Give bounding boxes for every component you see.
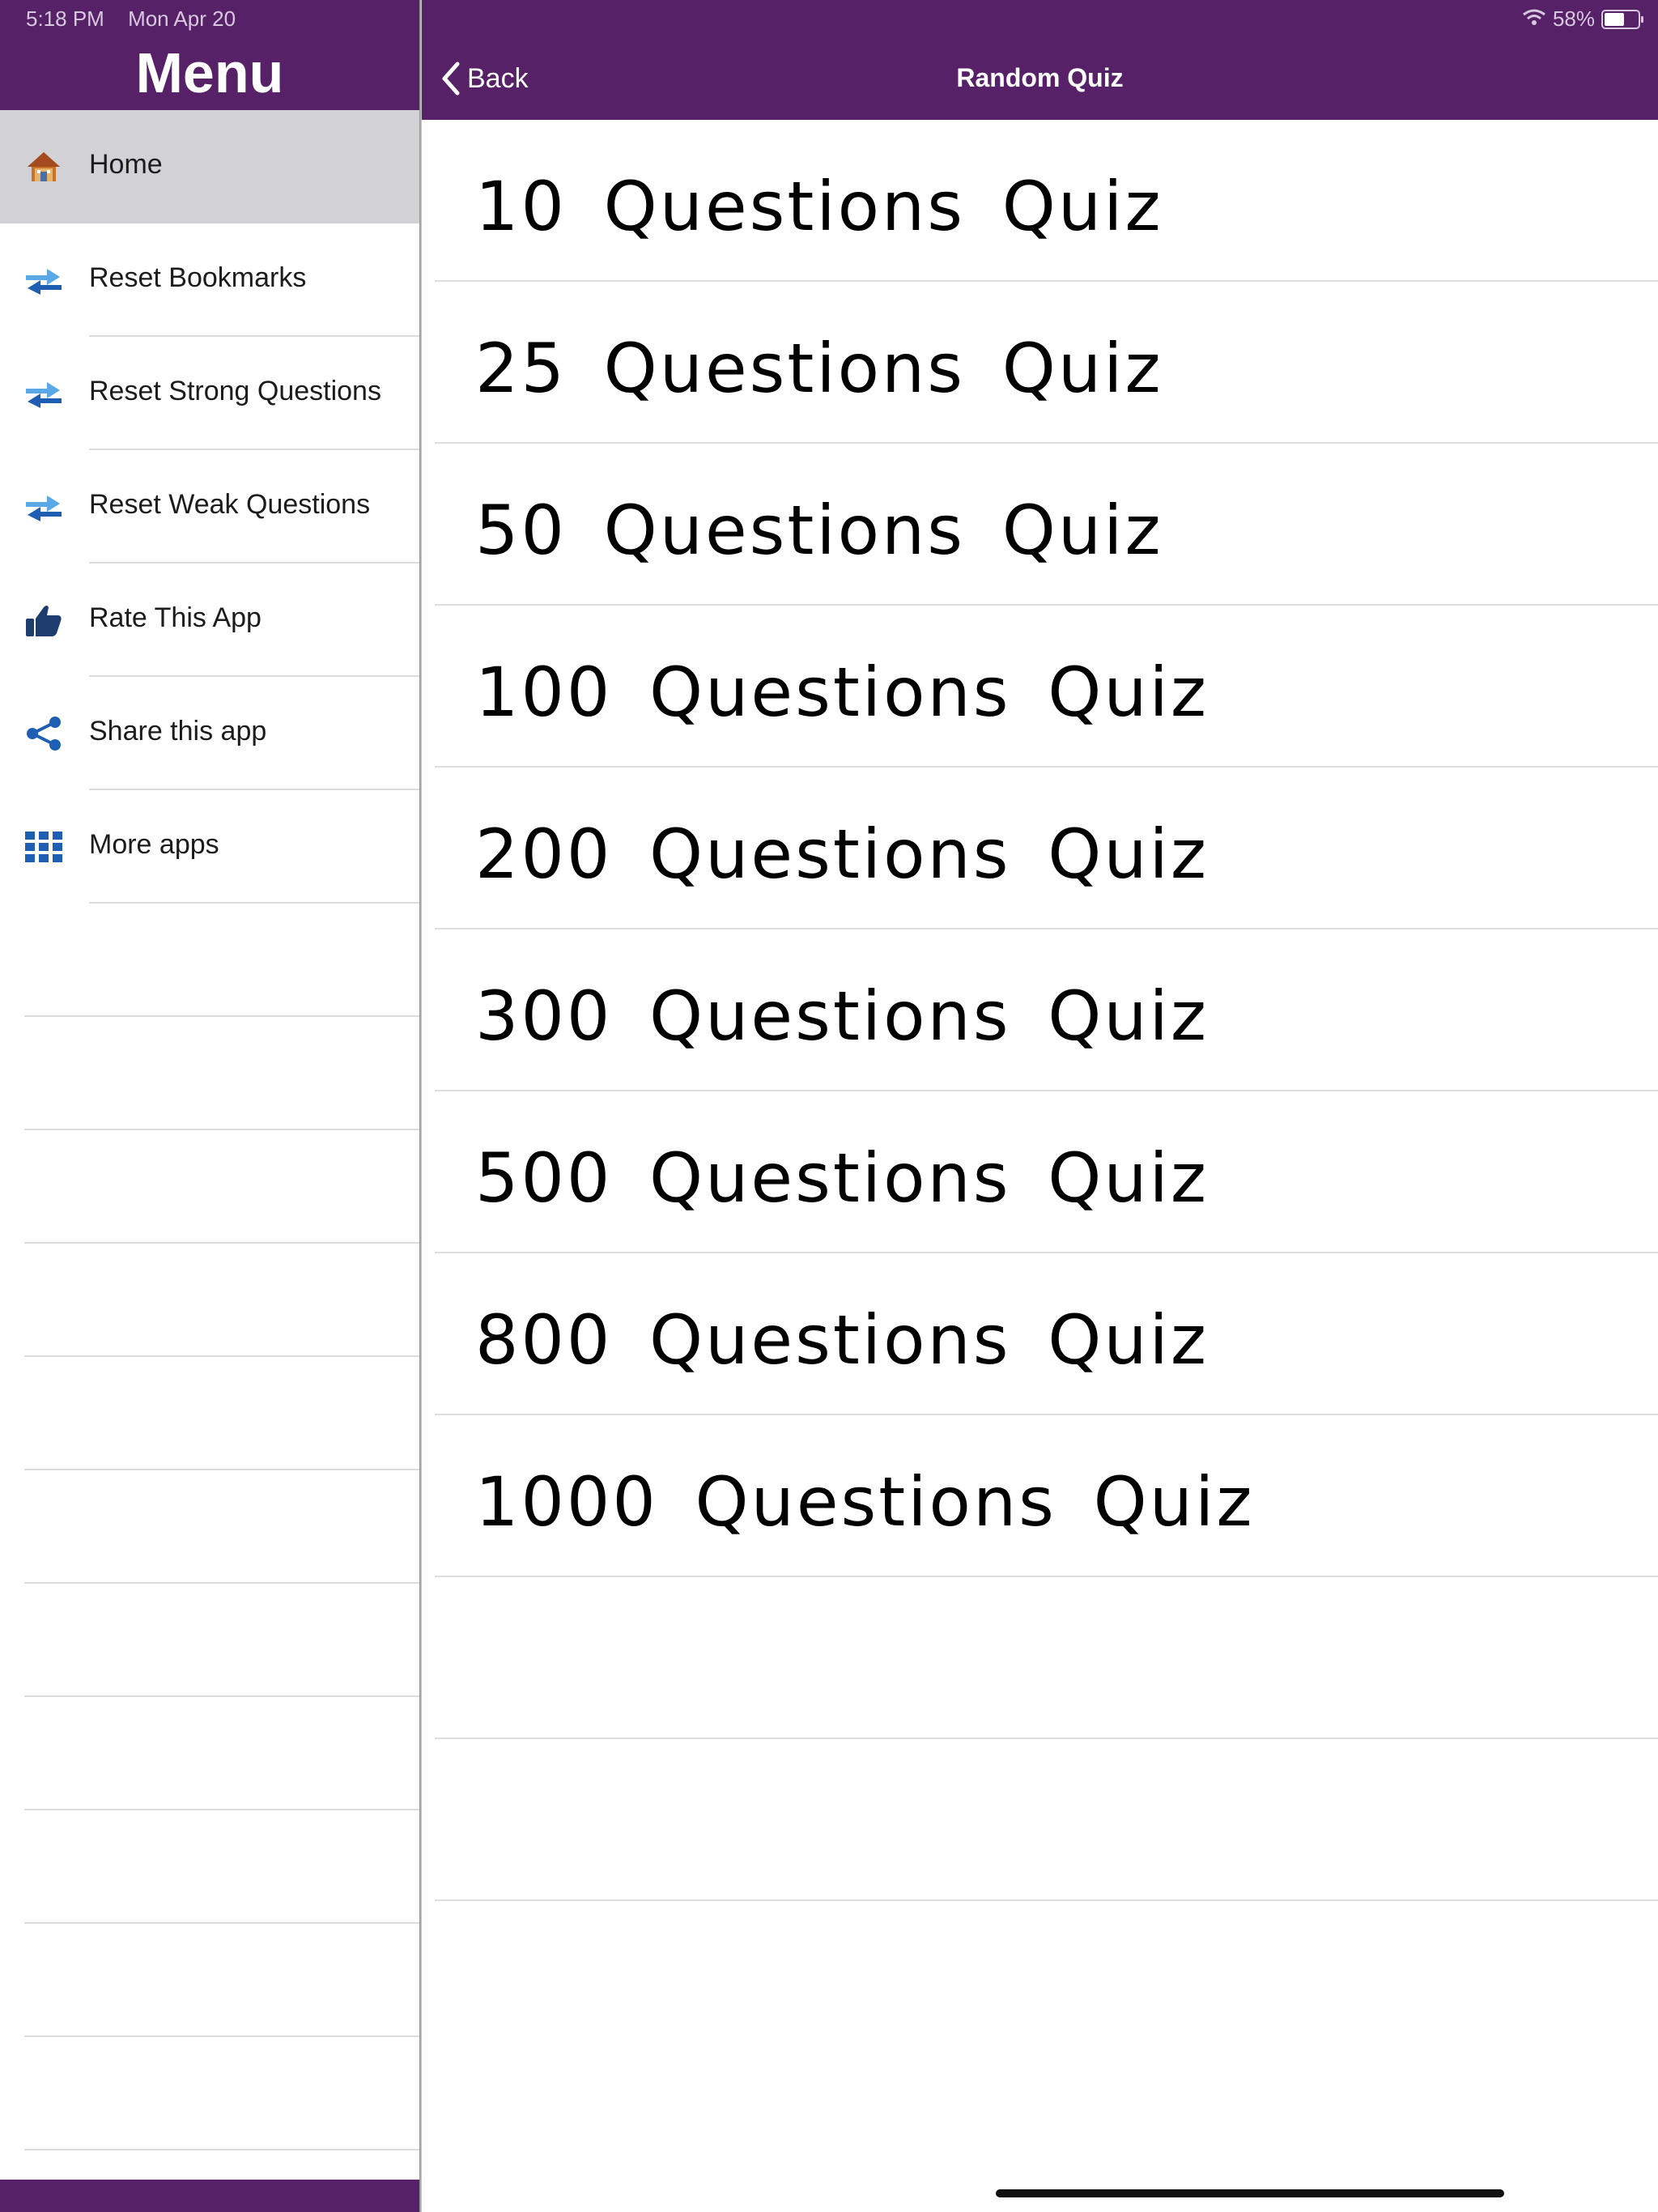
- sidebar-item-label: Reset Weak Questions: [89, 489, 371, 520]
- quiz-option-100[interactable]: 100 Questions Quiz: [422, 606, 1658, 768]
- sidebar-item-label: More apps: [89, 829, 219, 860]
- status-date: Mon Apr 20: [128, 6, 236, 31]
- sidebar-menu: 5:18 PM Mon Apr 20 Menu Home Reset Bookm…: [0, 0, 419, 2212]
- sidebar-item-more-apps[interactable]: More apps: [0, 790, 419, 904]
- empty-row: [0, 904, 419, 1017]
- sidebar-item-share-this-app[interactable]: Share this app: [0, 677, 419, 790]
- quiz-option-50[interactable]: 50 Questions Quiz: [422, 444, 1658, 606]
- status-time-date: 5:18 PM Mon Apr 20: [26, 6, 253, 32]
- quiz-option-label: 50 Questions Quiz: [475, 491, 1163, 570]
- reset-arrows-icon: [21, 487, 66, 526]
- quiz-option-label: 1000 Questions Quiz: [475, 1462, 1255, 1542]
- quiz-option-label: 800 Questions Quiz: [475, 1300, 1209, 1380]
- wifi-icon: [1522, 6, 1546, 32]
- quiz-option-25[interactable]: 25 Questions Quiz: [422, 282, 1658, 444]
- house-icon: [21, 147, 66, 186]
- battery-percent: 58%: [1552, 6, 1595, 31]
- sidebar-item-label: Rate This App: [89, 602, 261, 633]
- menu-list: Home Reset Bookmarks Reset Strong Questi…: [0, 110, 419, 904]
- sidebar-footer-bar: [0, 2180, 419, 2212]
- main-panel: 58% Back Random Quiz 10 Questions Quiz 2…: [422, 0, 1658, 2212]
- thumbs-up-icon: [21, 601, 66, 640]
- quiz-option-10[interactable]: 10 Questions Quiz: [422, 120, 1658, 282]
- reset-arrows-icon: [21, 374, 66, 413]
- battery-icon: [1601, 9, 1643, 29]
- page-title: Random Quiz: [956, 63, 1124, 92]
- quiz-option-300[interactable]: 300 Questions Quiz: [422, 929, 1658, 1091]
- status-time: 5:18 PM: [26, 6, 104, 31]
- sidebar-item-reset-weak-questions[interactable]: Reset Weak Questions: [0, 450, 419, 564]
- sidebar-item-home[interactable]: Home: [0, 110, 419, 223]
- share-icon: [21, 714, 66, 753]
- quiz-option-label: 500 Questions Quiz: [475, 1138, 1209, 1218]
- empty-row: [422, 1739, 1658, 1901]
- navigation-bar: 58% Back Random Quiz: [422, 0, 1658, 120]
- empty-row: [0, 1130, 419, 1244]
- empty-row: [0, 1470, 419, 1584]
- sidebar-item-reset-strong-questions[interactable]: Reset Strong Questions: [0, 337, 419, 450]
- sidebar-item-label: Home: [89, 149, 163, 180]
- status-indicators: 58%: [1522, 6, 1643, 32]
- quiz-option-1000[interactable]: 1000 Questions Quiz: [422, 1415, 1658, 1577]
- empty-rows: [0, 904, 419, 2150]
- quiz-option-500[interactable]: 500 Questions Quiz: [422, 1091, 1658, 1253]
- empty-row: [422, 1577, 1658, 1739]
- quiz-option-200[interactable]: 200 Questions Quiz: [422, 768, 1658, 929]
- sidebar-item-rate-this-app[interactable]: Rate This App: [0, 564, 419, 677]
- grid-icon: [21, 827, 66, 866]
- empty-row: [0, 1244, 419, 1357]
- sidebar-item-label: Reset Bookmarks: [89, 262, 307, 293]
- empty-row: [0, 1697, 419, 1810]
- quiz-option-label: 10 Questions Quiz: [475, 167, 1163, 246]
- quiz-option-label: 200 Questions Quiz: [475, 815, 1209, 894]
- empty-row: [0, 1924, 419, 2037]
- sidebar-item-label: Reset Strong Questions: [89, 376, 381, 406]
- quiz-option-label: 100 Questions Quiz: [475, 653, 1209, 732]
- home-indicator[interactable]: [996, 2189, 1504, 2197]
- row-separator: [435, 1899, 1658, 1901]
- menu-title: Menu: [135, 41, 284, 104]
- sidebar-header: 5:18 PM Mon Apr 20 Menu: [0, 0, 419, 110]
- quiz-list: 10 Questions Quiz 25 Questions Quiz 50 Q…: [422, 120, 1658, 1901]
- quiz-option-label: 25 Questions Quiz: [475, 329, 1163, 408]
- empty-row: [0, 1017, 419, 1130]
- sidebar-item-label: Share this app: [89, 716, 267, 747]
- reset-arrows-icon: [21, 261, 66, 300]
- sidebar-item-reset-bookmarks[interactable]: Reset Bookmarks: [0, 223, 419, 337]
- quiz-option-label: 300 Questions Quiz: [475, 976, 1209, 1056]
- empty-row: [0, 1810, 419, 1924]
- row-separator: [24, 2149, 419, 2150]
- empty-row: [0, 1357, 419, 1470]
- empty-row: [0, 1584, 419, 1697]
- quiz-option-800[interactable]: 800 Questions Quiz: [422, 1253, 1658, 1415]
- empty-row: [0, 2037, 419, 2150]
